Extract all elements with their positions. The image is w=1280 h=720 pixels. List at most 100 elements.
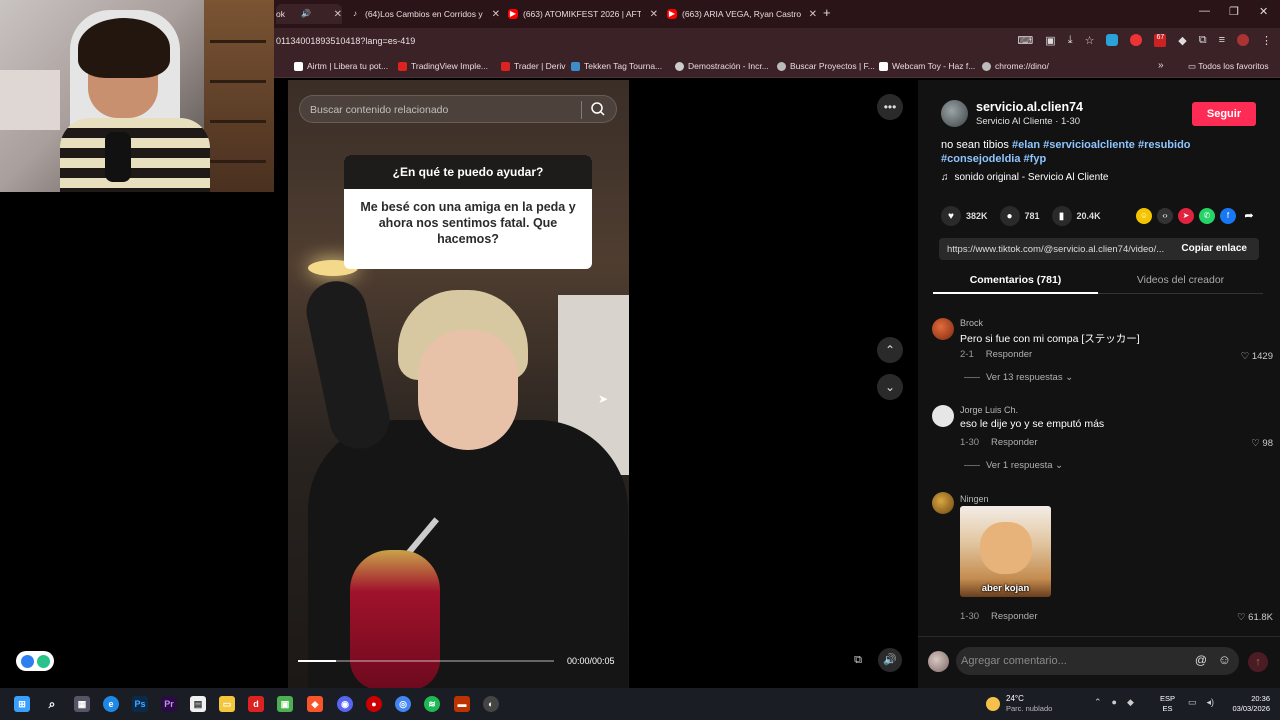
menu-icon[interactable]: ⋮ <box>1261 34 1272 47</box>
comment-like[interactable]: ♡ 1429 <box>1241 351 1273 362</box>
facebook-icon[interactable]: f <box>1220 208 1236 224</box>
photoshop-icon[interactable]: Ps <box>132 696 148 712</box>
premiere-icon[interactable]: Pr <box>161 696 177 712</box>
close-icon[interactable]: ✕ <box>803 9 817 20</box>
folder-icon[interactable]: ▭ <box>219 696 235 712</box>
send-icon[interactable]: ➤ <box>1178 208 1194 224</box>
bookmark-deriv[interactable]: Trader | Deriv <box>501 61 566 71</box>
creator-name[interactable]: servicio.al.clien74 <box>976 100 1083 114</box>
previous-video-button[interactable]: ⌃ <box>877 337 903 363</box>
close-icon[interactable]: ✕ <box>644 9 658 20</box>
video-progress-bar[interactable] <box>298 660 554 662</box>
comment-button[interactable]: ● 781 <box>999 206 1040 226</box>
close-window-icon[interactable]: ✕ <box>1259 5 1268 18</box>
network-icon[interactable]: ▭ <box>1188 697 1197 708</box>
hashtag[interactable]: #servicioalcliente <box>1043 139 1135 151</box>
avatar[interactable] <box>932 318 954 340</box>
post-comment-button[interactable]: ↑ <box>1248 652 1268 672</box>
edge-icon[interactable]: e <box>103 696 119 712</box>
search-icon[interactable]: ⌕ <box>44 696 60 712</box>
translate-icon[interactable]: ⌨ <box>1017 34 1033 47</box>
obs-icon[interactable]: ◐ <box>483 696 499 712</box>
view-replies-button[interactable]: Ver 1 respuesta ⌄ <box>964 460 1063 471</box>
clock[interactable]: 20:36 03/03/2026 <box>1222 694 1270 714</box>
bookmarks-more-button[interactable]: » <box>1158 60 1164 71</box>
close-icon[interactable]: ✕ <box>328 9 342 20</box>
store-icon[interactable]: ▤ <box>190 696 206 712</box>
record-icon[interactable]: ● <box>366 696 382 712</box>
comment-like[interactable]: ♡ 98 <box>1251 438 1273 449</box>
bookmark-dino[interactable]: chrome://dino/ <box>982 61 1049 71</box>
speaker-icon[interactable]: 🔊 <box>301 9 311 19</box>
chevron-up-icon[interactable]: ⌃ <box>1094 697 1102 708</box>
comment-like[interactable]: ♡ 61.8K <box>1237 612 1273 623</box>
related-search-input[interactable]: Buscar contenido relacionado <box>299 95 617 123</box>
hashtag[interactable]: #fyp <box>1024 153 1047 165</box>
reading-list-icon[interactable]: ≡ <box>1219 34 1225 47</box>
maximize-icon[interactable]: ❐ <box>1229 5 1239 18</box>
bookmark-demostracion[interactable]: Demostración - Incr... <box>675 61 769 71</box>
start-icon[interactable]: ⊞ <box>14 696 30 712</box>
tab-creator-videos[interactable]: Videos del creador <box>1098 274 1263 286</box>
view-replies-button[interactable]: Ver 13 respuestas ⌄ <box>964 372 1073 383</box>
bookmark-tekken[interactable]: Tekken Tag Tourna... <box>571 61 662 71</box>
floating-launcher[interactable] <box>16 651 54 671</box>
whatsapp-icon[interactable]: ✆ <box>1199 208 1215 224</box>
picture-in-picture-icon[interactable]: ⧉ <box>848 650 868 670</box>
close-icon[interactable]: ✕ <box>486 9 500 20</box>
more-options-button[interactable]: ••• <box>877 94 903 120</box>
follow-button[interactable]: Seguir <box>1192 102 1256 126</box>
tab-comments[interactable]: Comentarios (781) <box>933 274 1098 286</box>
comment-username[interactable]: Jorge Luis Ch. <box>960 405 1018 415</box>
sound-link[interactable]: ♫ sonido original - Servicio Al Cliente <box>941 172 1108 183</box>
profile-avatar[interactable] <box>1237 34 1249 46</box>
discord-icon[interactable]: ◉ <box>337 696 353 712</box>
like-button[interactable]: ♥ 382K <box>941 206 988 226</box>
bookmark-webcamtoy[interactable]: Webcam Toy - Haz f... <box>879 61 975 71</box>
download-icon[interactable]: ⤓ <box>1068 34 1073 47</box>
reply-button[interactable]: Responder <box>991 437 1037 448</box>
language-indicator[interactable]: ESP ES <box>1160 694 1175 714</box>
tray-app-icon[interactable]: ◆ <box>1127 697 1134 708</box>
extension-icon[interactable] <box>1106 34 1119 46</box>
tab-atomikfest[interactable]: ▶ (663) ATOMIKFEST 2026 | AFTER ✕ <box>508 4 658 24</box>
volume-icon[interactable]: 🔊 <box>878 648 902 672</box>
cast-icon[interactable]: ▣ <box>1045 34 1055 47</box>
url-field[interactable]: 0113400189351041​8?lang=es-419 <box>276 36 415 46</box>
tab-tiktok-active[interactable]: ok 🔊 ✕ <box>276 4 342 24</box>
extension-icon[interactable]: ◆ <box>1178 34 1186 47</box>
mention-icon[interactable]: @ <box>1195 653 1207 667</box>
share-icon[interactable]: ➦ <box>1241 208 1257 224</box>
share-link[interactable]: https://www.tiktok.com/@servicio.al.clie… <box>947 244 1172 255</box>
creator-avatar[interactable] <box>941 100 968 127</box>
spotify-icon[interactable]: ≋ <box>424 696 440 712</box>
bookmark-proyectos[interactable]: Buscar Proyectos | F... <box>777 61 875 71</box>
extension-badge[interactable]: 67 <box>1154 34 1167 47</box>
deriv-icon[interactable]: d <box>248 696 264 712</box>
extension-icon[interactable] <box>1130 34 1143 46</box>
voicemeeter-icon[interactable]: ▬ <box>454 696 470 712</box>
search-icon[interactable] <box>590 101 606 117</box>
puzzle-icon[interactable]: ⧉ <box>1199 34 1207 47</box>
task-view-icon[interactable]: ▦ <box>74 696 90 712</box>
comment-image[interactable]: aber kojan <box>960 506 1051 597</box>
minimize-icon[interactable]: — <box>1199 5 1210 17</box>
hashtag[interactable]: #elan <box>1012 139 1040 151</box>
embed-icon[interactable]: ‹› <box>1157 208 1173 224</box>
copy-link-button[interactable]: Copiar enlace <box>1181 243 1247 254</box>
comment-input[interactable]: Agregar comentario... @ ☺ <box>956 647 1239 675</box>
avatar[interactable] <box>932 405 954 427</box>
reply-button[interactable]: Responder <box>986 349 1032 360</box>
next-video-button[interactable]: ⌄ <box>877 374 903 400</box>
tab-cambios[interactable]: ♪ (64)Los Cambios en Corridos y ✕ <box>350 4 500 24</box>
save-button[interactable]: ▮ 20.4K <box>1051 206 1101 226</box>
bookmark-airtm[interactable]: Airtm | Libera tu pot... <box>294 61 388 71</box>
tray-app-icon[interactable]: ● <box>1112 697 1117 708</box>
bookmark-tradingview[interactable]: TradingView Imple... <box>398 61 488 71</box>
star-icon[interactable]: ☆ <box>1085 34 1095 47</box>
minecraft-icon[interactable]: ▣ <box>277 696 293 712</box>
emoji-icon[interactable]: ☺ <box>1218 652 1231 667</box>
all-favorites-folder[interactable]: ▭ Todos los favoritos <box>1188 61 1269 72</box>
comment-username[interactable]: Ningen <box>960 494 989 504</box>
new-tab-button[interactable]: + <box>823 5 831 20</box>
